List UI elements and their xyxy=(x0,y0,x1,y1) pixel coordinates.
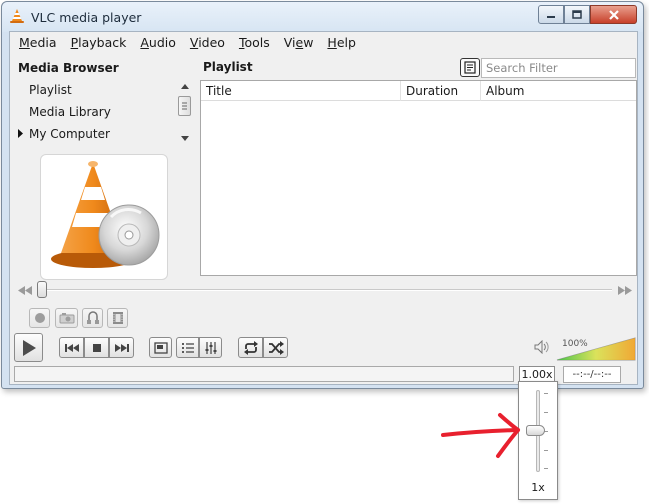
volume-level-fill xyxy=(557,338,635,360)
title-bar[interactable]: VLC media player xyxy=(2,2,643,32)
vlc-window: VLC media player Media Playback Audio Vi… xyxy=(1,1,644,389)
speed-slider-handle[interactable] xyxy=(526,425,545,436)
main-area: Media Playback Audio Video Tools View He… xyxy=(9,31,638,385)
play-button[interactable] xyxy=(14,333,43,362)
expand-arrow-icon[interactable] xyxy=(17,129,24,138)
column-header-title[interactable]: Title xyxy=(201,81,401,101)
menu-media[interactable]: Media xyxy=(12,32,64,53)
menu-video[interactable]: Video xyxy=(183,32,232,53)
list-view-icon xyxy=(464,61,476,74)
speed-tick xyxy=(544,468,548,469)
shuffle-icon xyxy=(268,340,284,355)
column-header-duration[interactable]: Duration xyxy=(401,81,481,101)
table-header: Title Duration Album xyxy=(201,81,636,101)
close-icon xyxy=(608,9,619,20)
grip-icon xyxy=(182,102,187,110)
previous-button[interactable] xyxy=(59,337,84,358)
vlc-cone-icon xyxy=(10,9,24,23)
menu-audio[interactable]: Audio xyxy=(133,32,183,53)
playlist-title: Playlist xyxy=(203,60,253,74)
scroll-down-arrow-icon[interactable] xyxy=(181,136,189,141)
loop-button[interactable] xyxy=(238,337,263,358)
sidebar-item-media-library[interactable]: Media Library xyxy=(29,105,111,119)
speaker-icon[interactable] xyxy=(534,340,550,354)
playlist-table[interactable]: Title Duration Album xyxy=(200,80,637,276)
extended-settings-button[interactable] xyxy=(199,337,222,358)
minimize-icon xyxy=(547,15,555,18)
loop-ab-icon xyxy=(86,311,99,324)
play-icon xyxy=(22,339,36,356)
next-icon xyxy=(114,343,129,352)
album-art xyxy=(40,154,168,280)
next-button[interactable] xyxy=(109,337,134,358)
speed-1x-label: 1x xyxy=(531,481,545,494)
film-strip-icon xyxy=(112,312,123,324)
slower-icon[interactable] xyxy=(18,286,32,295)
time-display[interactable]: --:--/--:-- xyxy=(563,366,621,383)
speed-tick xyxy=(544,450,548,451)
stop-icon xyxy=(92,343,101,352)
camera-icon xyxy=(59,313,74,324)
scrollbar-thumb[interactable] xyxy=(178,96,191,116)
snapshot-button[interactable] xyxy=(55,308,78,328)
record-icon xyxy=(34,313,45,323)
speed-tick xyxy=(544,393,548,394)
seek-handle[interactable] xyxy=(37,281,47,298)
seek-bar[interactable] xyxy=(40,289,612,291)
media-browser-title: Media Browser xyxy=(18,61,119,75)
playlist-view-button[interactable] xyxy=(460,58,480,77)
maximize-button[interactable] xyxy=(564,5,590,24)
speed-popup: 1x xyxy=(518,381,558,500)
menu-help[interactable]: Help xyxy=(320,32,363,53)
volume-slider[interactable] xyxy=(556,337,636,361)
sidebar-item-my-computer[interactable]: My Computer xyxy=(29,127,110,141)
window-title: VLC media player xyxy=(31,10,142,25)
menu-view[interactable]: View xyxy=(277,32,321,53)
previous-icon xyxy=(64,343,79,352)
status-bar xyxy=(14,366,514,382)
menu-playback[interactable]: Playback xyxy=(64,32,134,53)
media-browser-scrollbar[interactable] xyxy=(177,82,193,147)
minimize-button[interactable] xyxy=(538,5,564,24)
loop-ab-button[interactable] xyxy=(82,308,103,328)
playlist-toggle-button[interactable] xyxy=(176,337,199,358)
fullscreen-icon xyxy=(153,341,168,354)
faster-icon[interactable] xyxy=(618,286,632,295)
speed-tick xyxy=(544,412,548,413)
repeat-icon xyxy=(243,340,258,355)
shuffle-button[interactable] xyxy=(263,337,288,358)
scroll-up-arrow-icon[interactable] xyxy=(181,84,189,89)
record-button[interactable] xyxy=(29,308,50,328)
playlist-icon xyxy=(181,342,194,353)
vlc-cone-with-disc-icon xyxy=(51,161,160,268)
annotation-arrow xyxy=(441,413,520,458)
column-header-album[interactable]: Album xyxy=(481,81,636,101)
search-input[interactable] xyxy=(482,59,632,77)
close-button[interactable] xyxy=(590,5,637,24)
equalizer-icon xyxy=(205,341,216,354)
search-filter[interactable] xyxy=(481,58,636,78)
frame-by-frame-button[interactable] xyxy=(107,308,128,328)
maximize-icon xyxy=(572,10,582,19)
stop-button[interactable] xyxy=(84,337,109,358)
fullscreen-button[interactable] xyxy=(149,337,172,358)
sidebar-item-playlist[interactable]: Playlist xyxy=(29,83,72,97)
menu-tools[interactable]: Tools xyxy=(232,32,277,53)
menu-bar: Media Playback Audio Video Tools View He… xyxy=(10,32,637,53)
